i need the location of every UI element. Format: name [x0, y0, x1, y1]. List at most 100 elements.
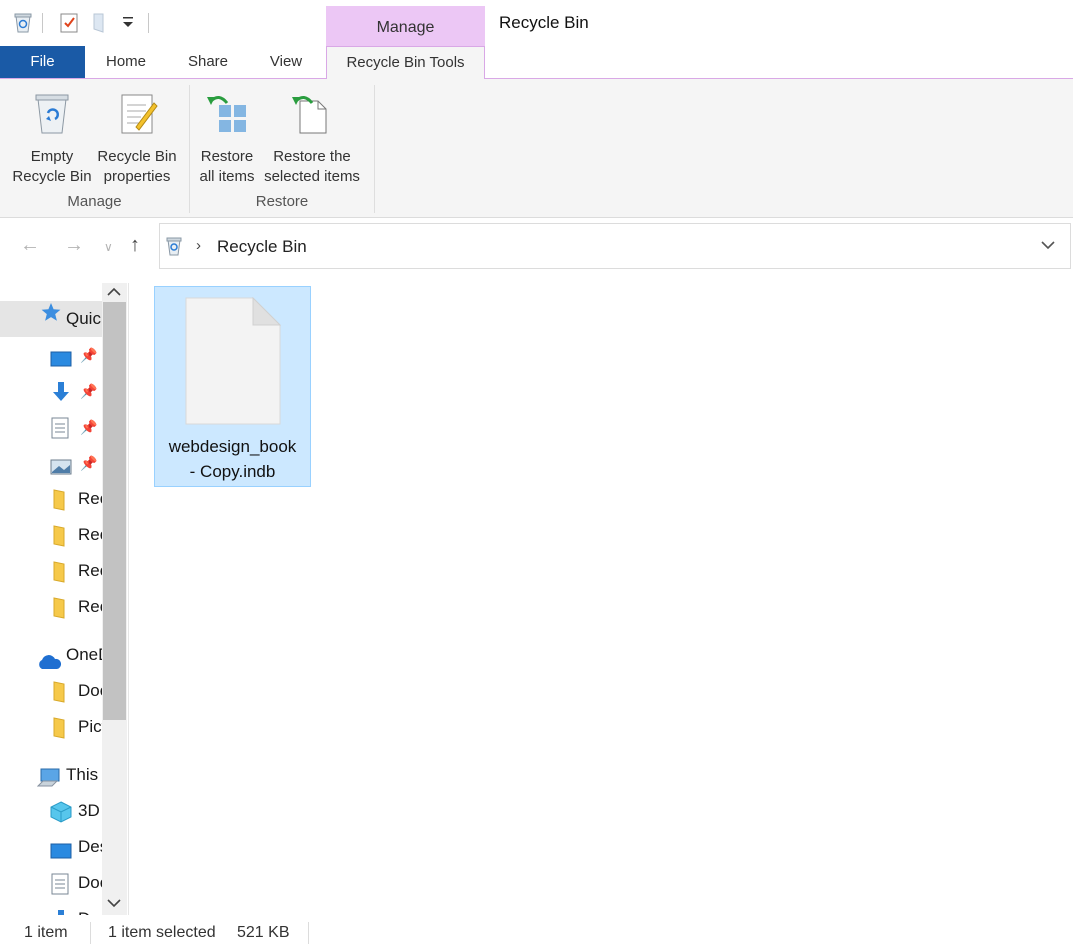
3d-cube-icon — [50, 800, 72, 829]
nav-item-documents[interactable]: Documents — [0, 865, 102, 901]
nav-item-pinned[interactable]: 📌 — [0, 409, 102, 445]
window-title: Recycle Bin — [499, 13, 589, 32]
computer-icon — [36, 765, 61, 793]
tab-share[interactable]: Share — [176, 46, 240, 78]
nav-item-recent[interactable]: Recent — [0, 553, 102, 589]
ribbon: Empty Recycle Bin Recycle Bin properties… — [0, 79, 1073, 218]
folder-icon — [52, 716, 68, 745]
nav-item-pinned[interactable]: 📌 — [0, 337, 102, 373]
nav-item-quick-access[interactable]: Quick access — [0, 301, 102, 337]
folder-icon — [52, 488, 68, 517]
nav-item-onedrive-documents[interactable]: Documents — [0, 673, 102, 709]
tab-home[interactable]: Home — [92, 46, 160, 78]
nav-item-downloads[interactable]: Downloads — [0, 901, 102, 915]
recycle-bin-icon[interactable] — [12, 12, 34, 39]
nav-label: Recent — [78, 597, 102, 616]
restore-all-icon — [194, 91, 260, 141]
pin-icon: 📌 — [80, 419, 98, 435]
nav-label: Recent — [78, 561, 102, 580]
tab-view[interactable]: View — [256, 46, 316, 78]
recycle-bin-properties-button[interactable]: Recycle Bin properties — [94, 91, 180, 187]
status-separator — [90, 922, 91, 944]
documents-icon — [51, 416, 69, 445]
pin-icon: 📌 — [80, 383, 98, 399]
empty-label-1: Empty — [30, 148, 74, 165]
scrollbar-thumb[interactable] — [103, 302, 126, 720]
downloads-arrow-icon — [52, 908, 70, 915]
props-label-2: properties — [103, 168, 171, 185]
qat-separator — [148, 13, 149, 33]
downloads-arrow-icon — [52, 380, 70, 409]
nav-item-onedrive[interactable]: OneDrive — [0, 637, 102, 673]
nav-item-pinned[interactable]: 📌 — [0, 445, 102, 481]
empty-recycle-bin-button[interactable]: Empty Recycle Bin — [6, 91, 98, 187]
status-size: 521 KB — [237, 924, 290, 941]
nav-item-this-pc[interactable]: This PC — [0, 757, 102, 793]
nav-item-onedrive-pictures[interactable]: Pictures — [0, 709, 102, 745]
empty-label-2: Recycle Bin — [12, 168, 92, 185]
folder-icon — [52, 560, 68, 589]
tab-recycle-bin-tools[interactable]: Recycle Bin Tools — [326, 46, 485, 80]
status-bar: 1 item 1 item selected 521 KB — [0, 918, 1073, 951]
nav-item-recent[interactable]: Recent — [0, 517, 102, 553]
nav-label: 3D Objects — [78, 801, 102, 820]
forward-arrow-icon[interactable]: → — [64, 234, 84, 257]
nav-item-desktop[interactable]: Desktop — [0, 829, 102, 865]
restore-sel-label-2: selected items — [264, 168, 360, 185]
documents-icon — [51, 872, 69, 901]
new-folder-icon[interactable] — [91, 12, 109, 39]
file-name-line-1: webdesign_book — [168, 437, 297, 456]
tab-file[interactable]: File — [0, 46, 85, 78]
customize-qat-dropdown-icon[interactable] — [121, 14, 135, 35]
nav-label: Pictures — [78, 717, 102, 736]
restore-selected-items-button[interactable]: Restore the selected items — [262, 91, 362, 187]
status-item-count: 1 item — [24, 924, 68, 941]
pictures-icon — [50, 453, 72, 481]
nav-label: This PC — [66, 765, 102, 784]
pin-icon: 📌 — [80, 455, 98, 471]
nav-label: Downloads — [78, 901, 102, 915]
nav-label: Quick access — [66, 309, 102, 328]
desktop-icon — [50, 837, 72, 865]
folder-icon — [52, 680, 68, 709]
properties-notepad-icon — [94, 91, 180, 141]
up-arrow-icon[interactable]: ↑ — [130, 234, 140, 257]
group-label-restore: Restore — [255, 193, 309, 210]
context-tab-manage: Manage — [326, 6, 485, 46]
status-selected: 1 item selected — [108, 924, 216, 941]
restore-all-label-1: Restore — [200, 148, 254, 165]
recycle-bin-icon — [164, 235, 184, 262]
properties-icon[interactable] — [58, 12, 80, 39]
nav-item-recent[interactable]: Recent — [0, 481, 102, 517]
file-name-line-2: - Copy.indb — [189, 462, 276, 481]
nav-label: Desktop — [78, 837, 102, 856]
breadcrumb-chevron-icon[interactable]: › — [196, 237, 201, 254]
props-label-1: Recycle Bin — [97, 148, 177, 165]
file-name: webdesign_book - Copy.indb — [154, 434, 311, 484]
nav-label: Documents — [78, 873, 102, 892]
desktop-icon — [50, 345, 72, 373]
scroll-down-chevron-icon[interactable] — [106, 896, 122, 915]
ribbon-tab-row: File Home Share View Recycle Bin Tools — [0, 46, 1073, 80]
nav-item-recent[interactable]: Recent — [0, 589, 102, 625]
restore-all-items-button[interactable]: Restore all items — [194, 91, 260, 187]
nav-item-pinned[interactable]: 📌 — [0, 373, 102, 409]
nav-label: Recent — [78, 489, 102, 508]
restore-selected-icon — [262, 91, 362, 141]
pin-icon: 📌 — [80, 347, 98, 363]
blank-file-icon — [185, 296, 282, 430]
nav-item-3d-objects[interactable]: 3D Objects — [0, 793, 102, 829]
address-path[interactable]: Recycle Bin — [217, 237, 307, 257]
status-separator — [308, 922, 309, 944]
ribbon-group-separator — [374, 85, 375, 213]
nav-label: OneDrive — [66, 645, 102, 664]
back-arrow-icon[interactable]: ← — [20, 234, 40, 257]
restore-all-label-2: all items — [199, 168, 255, 185]
address-dropdown-chevron-icon[interactable] — [1040, 238, 1056, 256]
group-label-manage: Manage — [67, 193, 122, 210]
nav-label: Recent — [78, 525, 102, 544]
qat-separator — [42, 13, 43, 33]
folder-icon — [52, 596, 68, 625]
folder-icon — [52, 524, 68, 553]
recent-locations-chevron-icon[interactable]: ∨ — [104, 240, 113, 254]
